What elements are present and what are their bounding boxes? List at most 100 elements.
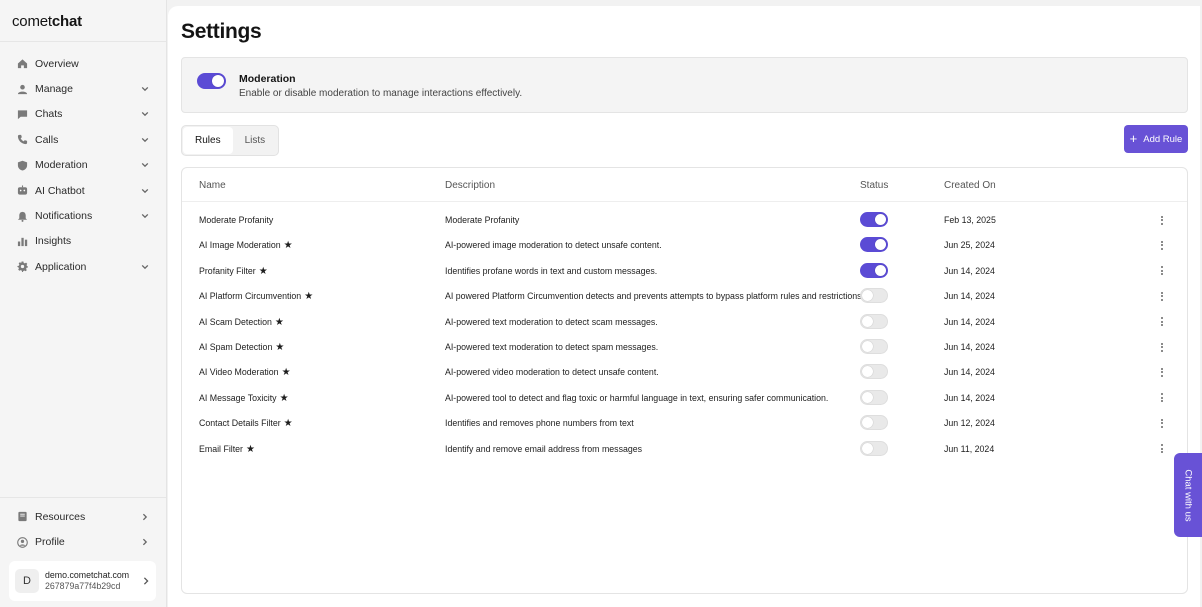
moderation-toggle[interactable]	[197, 73, 226, 89]
gear-icon	[16, 261, 28, 273]
more-options-icon[interactable]	[1158, 416, 1166, 430]
star-icon: ★	[274, 316, 284, 328]
tab-lists[interactable]: Lists	[233, 127, 278, 154]
rule-created-date: Jun 25, 2024	[944, 240, 995, 251]
page-title: Settings	[181, 20, 262, 43]
moderation-card: Moderation Enable or disable moderation …	[181, 57, 1188, 113]
tab-rules[interactable]: Rules	[183, 127, 233, 154]
sidebar-item-resources[interactable]: Resources	[0, 504, 166, 529]
rule-name-text: AI Scam Detection	[199, 316, 272, 327]
sidebar-item-manage[interactable]: Manage	[0, 76, 166, 101]
more-options-icon[interactable]	[1158, 289, 1166, 303]
chat-with-us-button[interactable]: Chat with us	[1174, 453, 1202, 537]
more-options-icon[interactable]	[1158, 264, 1166, 278]
toggle-knob	[862, 417, 873, 429]
rule-status-toggle[interactable]	[860, 364, 888, 380]
table-row[interactable]: AI Platform Circumvention ★ AI powered Pla…	[182, 283, 1187, 308]
bar-chart-icon	[16, 235, 28, 247]
rule-name: AI Message Toxicity ★	[199, 393, 289, 404]
rule-created-date: Jun 14, 2024	[944, 291, 995, 302]
main-panel: Settings Moderation Enable or disable mo…	[168, 6, 1200, 607]
rule-name-text: Profanity Filter	[199, 265, 256, 276]
logo-text-bold: chat	[51, 13, 82, 30]
rule-status-toggle[interactable]	[860, 339, 888, 354]
table-row[interactable]: AI Message Toxicity ★ AI-powered tool to d…	[182, 385, 1187, 410]
rules-table: Name Description Status Created On Moder…	[181, 167, 1188, 594]
rule-description: Identifies and removes phone numbers fro…	[445, 418, 634, 429]
chat-icon	[16, 108, 28, 120]
toggle-knob	[862, 290, 873, 302]
sidebar-item-notifications[interactable]: Notifications	[0, 203, 166, 228]
toggle-knob	[862, 391, 873, 403]
more-options-icon[interactable]	[1158, 442, 1166, 456]
sidebar-item-application[interactable]: Application	[0, 254, 166, 279]
star-icon: ★	[258, 265, 268, 277]
chevron-down-icon	[140, 211, 150, 221]
column-header-created: Created On	[944, 180, 996, 191]
table-row[interactable]: AI Image Moderation ★ AI-powered image mod…	[182, 232, 1187, 257]
add-rule-button[interactable]: + Add Rule	[1124, 125, 1188, 153]
add-rule-label: Add Rule	[1143, 133, 1183, 145]
column-header-description: Description	[445, 180, 496, 191]
more-options-icon[interactable]	[1158, 213, 1166, 227]
sidebar-item-moderation[interactable]: Moderation	[0, 153, 166, 178]
rule-status-toggle[interactable]	[860, 415, 888, 431]
sidebar-item-overview[interactable]: Overview	[0, 51, 166, 76]
rule-status-toggle[interactable]	[860, 262, 888, 278]
table-row[interactable]: Moderate Profanity Moderate Profanity Feb …	[182, 207, 1187, 232]
table-row[interactable]: Email Filter ★ Identify and remove email a…	[182, 436, 1187, 461]
logo[interactable]: cometchat	[0, 0, 166, 42]
sidebar-item-profile[interactable]: Profile	[0, 529, 166, 554]
star-icon: ★	[283, 418, 293, 430]
avatar: D	[15, 569, 39, 593]
account-switcher[interactable]: D demo.cometchat.com 267879a77f4b29cd	[9, 561, 156, 601]
table-row[interactable]: Profanity Filter ★ Identifies profane word…	[182, 258, 1187, 283]
sidebar-item-calls[interactable]: Calls	[0, 127, 166, 152]
sidebar-item-label: AI Chatbot	[35, 184, 85, 197]
rule-status-toggle[interactable]	[860, 440, 888, 456]
sidebar-bottom: Resources Profile	[0, 497, 166, 555]
sidebar-item-chats[interactable]: Chats	[0, 102, 166, 127]
header-divider	[182, 201, 1187, 202]
rule-status-toggle[interactable]	[860, 237, 888, 253]
rule-created-date: Jun 14, 2024	[944, 392, 995, 403]
sidebar-item-label: Application	[35, 260, 87, 273]
rule-created-date: Jun 14, 2024	[944, 367, 995, 378]
rule-description: AI-powered video moderation to detect un…	[445, 367, 659, 378]
more-options-icon[interactable]	[1158, 391, 1166, 405]
chevron-down-icon	[140, 262, 150, 272]
rule-name: Email Filter ★	[199, 444, 255, 455]
more-options-icon[interactable]	[1158, 365, 1166, 379]
toggle-knob	[862, 366, 873, 378]
chevron-right-icon	[142, 572, 150, 590]
rule-status-toggle[interactable]	[860, 212, 888, 227]
rule-created-date: Feb 13, 2025	[944, 215, 996, 225]
chevron-right-icon	[140, 537, 150, 547]
tab-bar: Rules Lists	[181, 125, 280, 156]
more-options-icon[interactable]	[1158, 238, 1166, 252]
more-options-icon[interactable]	[1158, 340, 1166, 354]
table-row[interactable]: Contact Details Filter ★ Identifies and re…	[182, 410, 1187, 435]
bell-icon	[16, 210, 28, 222]
rule-status-toggle[interactable]	[860, 313, 888, 329]
sidebar: cometchat Overview Manage Chats Calls Modera…	[0, 0, 167, 607]
sidebar-item-ai-chatbot[interactable]: AI Chatbot	[0, 178, 166, 203]
rule-name-text: Email Filter	[199, 443, 243, 454]
table-row[interactable]: AI Spam Detection ★ AI-powered text modera…	[182, 334, 1187, 359]
rule-name: AI Scam Detection ★	[199, 317, 284, 328]
sidebar-item-insights[interactable]: Insights	[0, 229, 166, 254]
toggle-knob	[862, 341, 873, 352]
rule-name-text: AI Image Moderation	[199, 240, 281, 251]
star-icon: ★	[275, 342, 285, 353]
rule-created-date: Jun 14, 2024	[944, 316, 995, 327]
sidebar-item-label: Chats	[35, 108, 63, 121]
account-id: 267879a77f4b29cd	[45, 581, 121, 591]
table-row[interactable]: AI Scam Detection ★ AI-powered text modera…	[182, 309, 1187, 334]
rule-name: AI Image Moderation ★	[199, 240, 293, 251]
more-options-icon[interactable]	[1158, 315, 1166, 329]
rule-status-toggle[interactable]	[860, 288, 888, 304]
table-row[interactable]: AI Video Moderation ★ AI-powered video mod…	[182, 359, 1187, 384]
home-icon	[16, 58, 28, 70]
rule-status-toggle[interactable]	[860, 389, 888, 405]
toggle-knob	[875, 239, 886, 251]
